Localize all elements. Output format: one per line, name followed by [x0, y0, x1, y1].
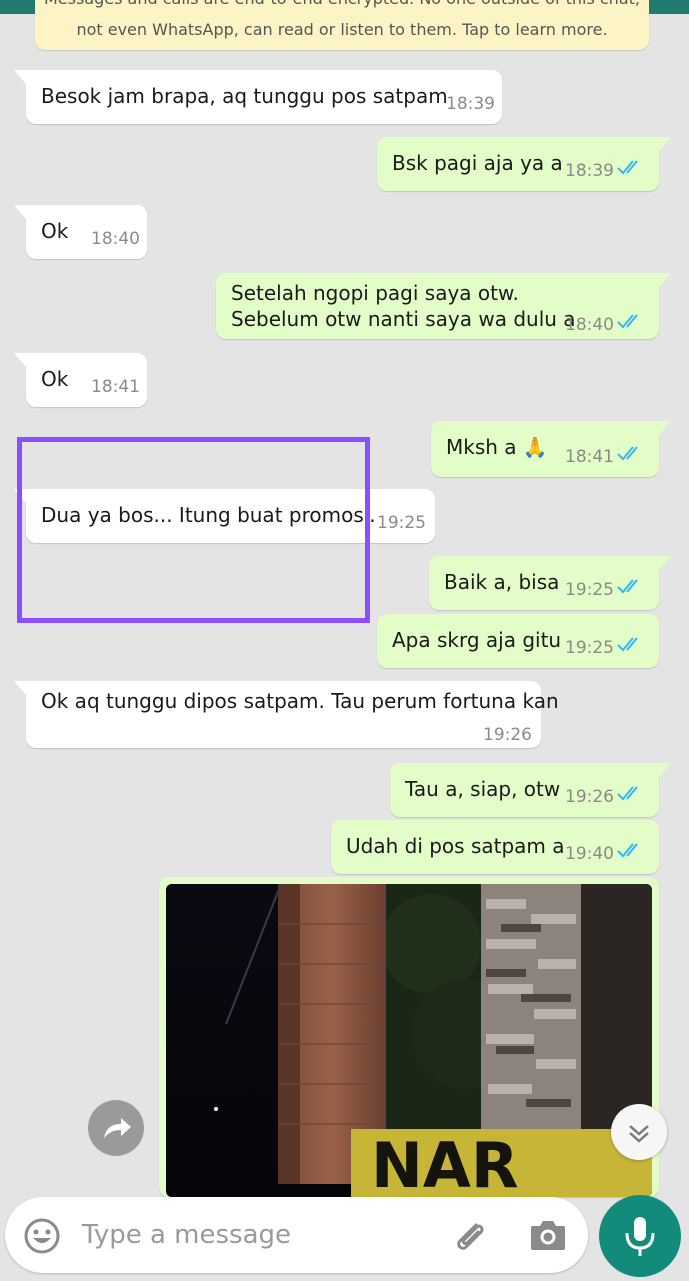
highlight-box [17, 437, 370, 623]
banner-text: NAR [371, 1129, 519, 1197]
voice-message-button[interactable] [599, 1195, 681, 1277]
encryption-notice[interactable]: Messages and calls are end-to-end encryp… [35, 0, 649, 50]
message-text: Mksh a 🙏 [446, 435, 548, 459]
message-time: 18:39 [565, 161, 614, 181]
message-time: 19:26 [483, 725, 532, 745]
message-time: 18:41 [91, 377, 140, 397]
read-receipt-icon [617, 314, 638, 329]
message-bubble-outgoing[interactable]: Mksh a 🙏 18:41 [431, 421, 671, 477]
message-text-line2: Sebelum otw nanti saya wa dulu a [231, 307, 576, 331]
message-text: Baik a, bisa [444, 570, 560, 594]
message-text: Tau a, siap, otw [405, 777, 561, 801]
message-time: 19:25 [377, 513, 426, 533]
message-composer[interactable]: Type a message [5, 1197, 588, 1273]
read-receipt-icon [617, 637, 638, 652]
message-bubble-incoming[interactable]: Ok 18:40 [14, 205, 147, 259]
message-time: 18:39 [446, 94, 495, 114]
forward-icon [104, 1118, 131, 1138]
message-time: 19:40 [565, 844, 614, 864]
message-bubble-incoming[interactable]: Besok jam brapa, aq tunggu pos satpam 18… [14, 70, 502, 124]
message-bubble-outgoing[interactable]: Baik a, bisa 19:25 [429, 556, 671, 610]
attachment-icon[interactable] [450, 1217, 490, 1257]
message-bubble-incoming[interactable]: Ok aq tunggu dipos satpam. Tau perum for… [14, 681, 559, 748]
encryption-notice-line2: not even WhatsApp, can read or listen to… [76, 20, 608, 39]
message-time: 18:40 [91, 229, 140, 249]
message-bubble-outgoing[interactable]: Tau a, siap, otw 19:26 [390, 763, 671, 817]
mic-icon [625, 1217, 655, 1256]
read-receipt-icon [617, 579, 638, 594]
read-receipt-icon [617, 446, 638, 461]
message-text: Ok [41, 219, 69, 243]
message-bubble-outgoing[interactable]: Setelah ngopi pagi saya otw. Sebelum otw… [216, 273, 671, 339]
message-bubble-incoming[interactable]: Ok 18:41 [14, 353, 147, 407]
message-time: 18:40 [565, 315, 614, 335]
message-text: Udah di pos satpam a [346, 834, 565, 858]
message-time: 19:25 [565, 580, 614, 600]
camera-icon[interactable] [528, 1217, 568, 1253]
read-receipt-icon [617, 160, 638, 175]
double-chevron-down-icon [629, 1125, 649, 1143]
message-text: Bsk pagi aja ya a [392, 151, 563, 175]
night-photo-drawing: NAR [166, 884, 652, 1197]
message-bubble-outgoing[interactable]: Apa skrg aja gitu 19:25 [377, 614, 659, 668]
message-bubble-outgoing[interactable]: Udah di pos satpam a 19:40 [331, 820, 659, 874]
message-time: 19:25 [565, 638, 614, 658]
read-receipt-icon [617, 843, 638, 858]
message-text: Apa skrg aja gitu [392, 628, 562, 652]
message-time: 19:26 [565, 787, 614, 807]
night-photo-image[interactable]: NAR [166, 884, 652, 1197]
emoji-icon[interactable] [23, 1217, 61, 1255]
forward-button[interactable] [88, 1100, 144, 1156]
read-receipt-icon [617, 786, 638, 801]
message-text: Ok [41, 367, 69, 391]
message-bubble-outgoing[interactable]: Bsk pagi aja ya a 18:39 [377, 137, 671, 191]
message-time: 18:41 [565, 447, 614, 467]
image-message-bubble[interactable]: NAR [159, 877, 659, 1197]
scroll-to-bottom-button[interactable] [611, 1104, 667, 1160]
message-input[interactable]: Type a message [82, 1220, 291, 1250]
message-text: Ok aq tunggu dipos satpam. Tau perum for… [41, 689, 559, 713]
message-text: Besok jam brapa, aq tunggu pos satpam [41, 84, 448, 108]
message-text-line1: Setelah ngopi pagi saya otw. [231, 281, 519, 305]
encryption-notice-line1: Messages and calls are end-to-end encryp… [44, 0, 640, 8]
